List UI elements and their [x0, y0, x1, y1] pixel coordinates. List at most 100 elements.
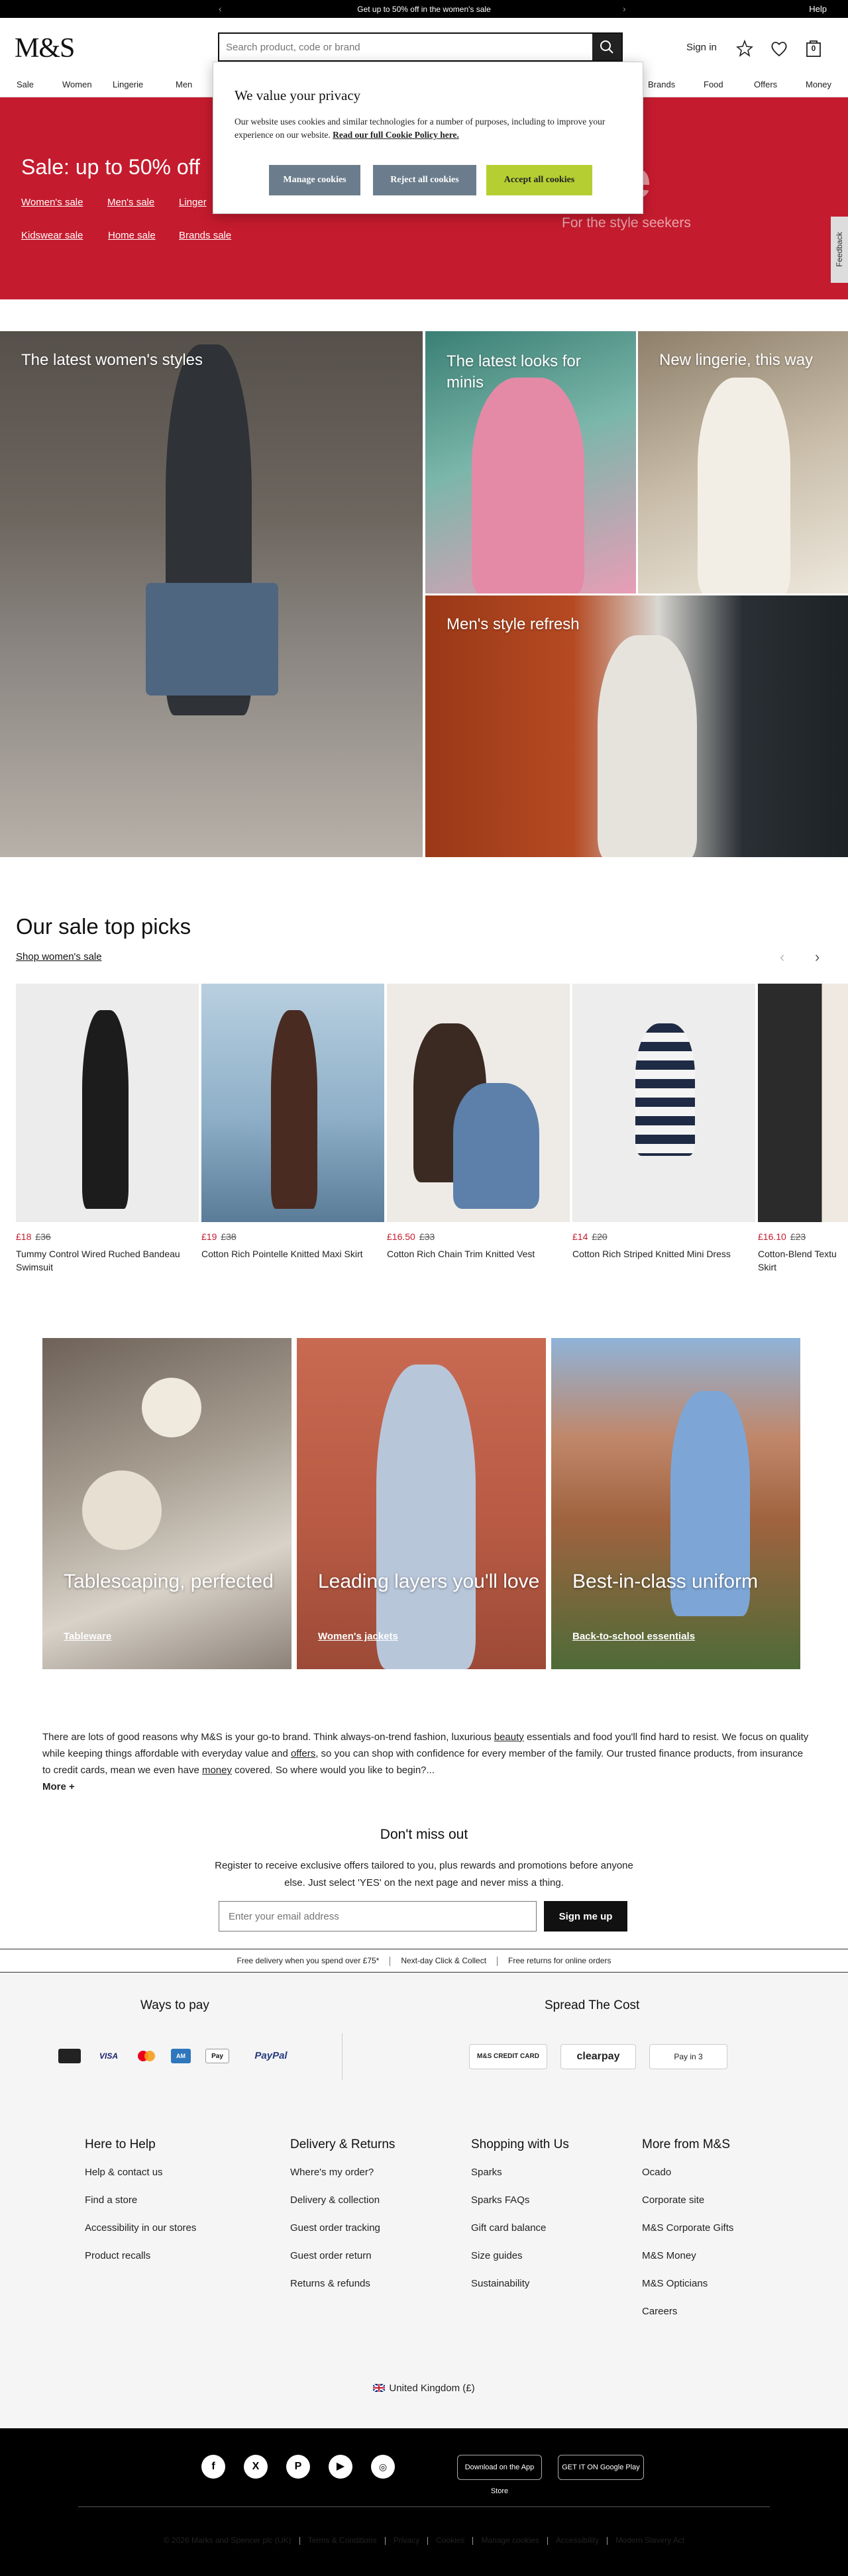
footer-link[interactable]: Careers — [642, 2306, 733, 2334]
help-link[interactable]: Help — [809, 4, 827, 14]
email-input[interactable] — [219, 1901, 537, 1932]
sparks-button[interactable] — [734, 38, 755, 59]
product-figure — [271, 1010, 317, 1209]
footer-link[interactable]: Accessibility in our stores — [85, 2222, 196, 2250]
facebook-icon[interactable]: f — [201, 2455, 225, 2479]
plate-image — [82, 1470, 162, 1550]
tableware-link[interactable]: Tableware — [64, 1631, 111, 1642]
footer-link[interactable]: Sparks — [471, 2167, 569, 2194]
footer-link[interactable]: Sustainability — [471, 2278, 569, 2306]
jackets-panel[interactable]: Leading layers you'll love Women's jacke… — [297, 1338, 546, 1669]
carousel-prev-icon[interactable]: ‹ — [780, 949, 784, 966]
promo-next-icon[interactable]: › — [623, 3, 626, 14]
privacy-link[interactable]: Privacy — [394, 2536, 419, 2545]
beauty-link[interactable]: beauty — [494, 1731, 524, 1743]
lingerie-tile[interactable]: New lingerie, this way — [638, 331, 848, 593]
nav-food[interactable]: Food — [704, 79, 723, 89]
product-card[interactable]: £14 £20 Cotton Rich Striped Knitted Mini … — [572, 984, 755, 1261]
benefit-collect[interactable]: Next-day Click & Collect — [401, 1956, 486, 1965]
nav-money[interactable]: Money — [806, 79, 831, 89]
nav-brands[interactable]: Brands — [648, 79, 675, 89]
divider — [342, 2034, 343, 2080]
product-card[interactable]: £18 £36 Tummy Control Wired Ruched Bandea… — [16, 984, 199, 1274]
footer-link[interactable]: Find a store — [85, 2194, 196, 2222]
terms-link[interactable]: Terms & Conditions — [308, 2536, 377, 2545]
search-input[interactable] — [219, 34, 587, 60]
card-icon — [58, 2049, 81, 2063]
womens-jackets-link[interactable]: Women's jackets — [318, 1631, 398, 1642]
footer-link[interactable]: M&S Opticians — [642, 2278, 733, 2306]
promo-text[interactable]: Get up to 50% off in the women's sale — [0, 5, 848, 14]
locale-selector[interactable]: United Kingdom (£) — [0, 2383, 848, 2394]
footer-link[interactable]: Product recalls — [85, 2250, 196, 2278]
product-card[interactable]: £19 £38 Cotton Rich Pointelle Knitted Max… — [201, 984, 384, 1261]
benefit-delivery[interactable]: Free delivery when you spend over £75* — [237, 1956, 380, 1965]
nav-offers[interactable]: Offers — [754, 79, 777, 89]
carousel-next-icon[interactable]: › — [815, 949, 820, 966]
youtube-icon[interactable]: ▶ — [329, 2455, 352, 2479]
footer-link[interactable]: Help & contact us — [85, 2167, 196, 2194]
womens-sale-link[interactable]: Women's sale — [21, 197, 83, 208]
instagram-icon[interactable]: ◎ — [371, 2455, 395, 2479]
footer-col-title: Delivery & Returns — [290, 2138, 396, 2151]
footer-link[interactable]: Delivery & collection — [290, 2194, 395, 2222]
bag-button[interactable]: 0 — [803, 38, 824, 59]
womens-styles-tile[interactable]: The latest women's styles — [0, 331, 423, 857]
nav-women[interactable]: Women — [62, 79, 92, 89]
back-to-school-link[interactable]: Back-to-school essentials — [572, 1631, 695, 1642]
reject-cookies-button[interactable]: Reject all cookies — [373, 165, 476, 195]
footer-link[interactable]: Guest order return — [290, 2250, 395, 2278]
product-figure — [82, 1010, 129, 1209]
search-button[interactable] — [592, 34, 621, 60]
uniform-panel[interactable]: Best-in-class uniform Back-to-school ess… — [551, 1338, 800, 1669]
manage-cookies-button[interactable]: Manage cookies — [269, 165, 360, 195]
wishlist-button[interactable] — [768, 38, 790, 59]
cookies-link[interactable]: Cookies — [436, 2536, 464, 2545]
footer-link[interactable]: Where's my order? — [290, 2167, 395, 2194]
sign-me-up-button[interactable]: Sign me up — [544, 1901, 627, 1932]
mens-sale-link[interactable]: Men's sale — [107, 197, 154, 208]
footer-link[interactable]: Size guides — [471, 2250, 569, 2278]
lingerie-sale-link[interactable]: Linger — [179, 197, 207, 208]
brands-sale-link[interactable]: Brands sale — [179, 230, 231, 241]
footer-link[interactable]: Ocado — [642, 2167, 733, 2194]
pinterest-icon[interactable]: P — [286, 2455, 310, 2479]
nav-men[interactable]: Men — [176, 79, 192, 89]
apple-pay-icon: Pay — [205, 2049, 229, 2063]
google-play-badge[interactable]: GET IT ON Google Play — [558, 2455, 644, 2480]
product-card[interactable]: £16.50 £33 Cotton Rich Chain Trim Knitted… — [387, 984, 570, 1261]
amex-icon: AM — [171, 2049, 191, 2063]
accept-cookies-button[interactable]: Accept all cookies — [486, 165, 592, 195]
x-icon[interactable]: X — [244, 2455, 268, 2479]
footer-link[interactable]: Guest order tracking — [290, 2222, 395, 2250]
feedback-tab[interactable]: Feedback — [831, 217, 848, 283]
cookie-policy-link[interactable]: Read our full Cookie Policy here. — [333, 130, 459, 140]
nav-lingerie[interactable]: Lingerie — [113, 79, 143, 89]
visa-icon: VISA — [99, 2051, 118, 2061]
money-link[interactable]: money — [202, 1765, 232, 1776]
modern-slavery-link[interactable]: Modern Slavery Act — [615, 2536, 684, 2545]
app-store-badge[interactable]: Download on the App Store — [457, 2455, 542, 2495]
offers-link[interactable]: offers — [291, 1748, 315, 1759]
footer-link[interactable]: M&S Corporate Gifts — [642, 2222, 733, 2250]
accessibility-link[interactable]: Accessibility — [556, 2536, 599, 2545]
home-sale-link[interactable]: Home sale — [108, 230, 156, 241]
minis-tile[interactable]: The latest looks for minis — [425, 331, 636, 593]
footer-link[interactable]: Corporate site — [642, 2194, 733, 2222]
manage-cookies-link[interactable]: Manage cookies — [481, 2536, 539, 2545]
nav-sale[interactable]: Sale — [17, 79, 34, 89]
footer-link[interactable]: Returns & refunds — [290, 2278, 395, 2306]
about-part: covered. So where would you like to begi… — [232, 1765, 435, 1776]
shop-womens-sale-link[interactable]: Shop women's sale — [16, 951, 102, 962]
benefit-returns[interactable]: Free returns for online orders — [508, 1956, 611, 1965]
footer-link[interactable]: M&S Money — [642, 2250, 733, 2278]
product-card[interactable]: £16.10 £23 Cotton-Blend Textu Skirt — [758, 984, 848, 1274]
footer-link[interactable]: Gift card balance — [471, 2222, 569, 2250]
more-button[interactable]: More + — [42, 1778, 811, 1795]
footer-link[interactable]: Sparks FAQs — [471, 2194, 569, 2222]
mens-style-tile[interactable]: Men's style refresh — [425, 595, 848, 857]
kidswear-sale-link[interactable]: Kidswear sale — [21, 230, 83, 241]
sign-in-link[interactable]: Sign in — [686, 42, 717, 53]
tableware-panel[interactable]: Tablescaping, perfected Tableware — [42, 1338, 292, 1669]
logo[interactable]: M&S — [15, 32, 75, 64]
